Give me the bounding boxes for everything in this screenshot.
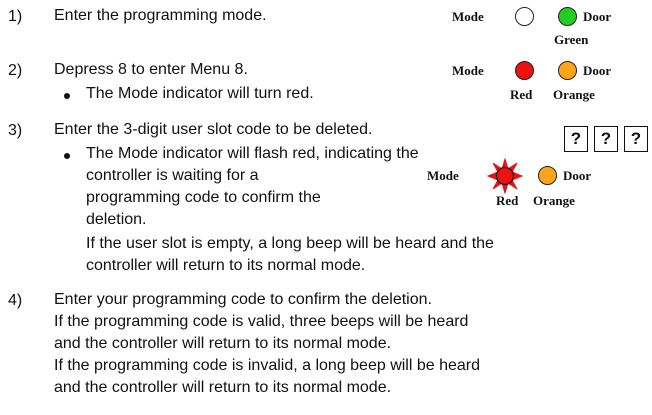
door-caption-orange: Orange <box>553 87 595 102</box>
step-2-text: Depress 8 to enter Menu 8. <box>54 61 248 78</box>
step-1-text: Enter the programming mode. <box>54 7 267 24</box>
door-caption-orange-3: Orange <box>533 193 575 208</box>
mode-label-2: Mode <box>452 63 484 78</box>
mode-caption-red: Red <box>510 87 533 102</box>
mode-indicator-off-icon <box>515 7 534 26</box>
step-4-line-4: If the programming code is invalid, a lo… <box>54 357 481 374</box>
door-label-3: Door <box>563 168 592 183</box>
step-3-bullet-line-2: controller is waiting for a <box>86 167 259 184</box>
step-3-number: 3) <box>8 122 23 139</box>
door-indicator-orange-icon <box>558 61 577 80</box>
step-2-number: 2) <box>8 62 23 79</box>
mode-label-3: Mode <box>427 168 459 183</box>
code-box-3: ? <box>624 126 648 152</box>
door-label-2: Door <box>583 63 612 78</box>
step-3-note-line-2: controller will return to its normal mod… <box>86 257 366 274</box>
code-box-2: ? <box>594 126 618 152</box>
bullet-icon <box>64 153 70 159</box>
bullet-icon <box>64 93 70 99</box>
step-3-bullet-line-4: deletion. <box>86 211 147 228</box>
door-caption-green: Green <box>554 32 589 47</box>
mode-indicator-red-icon <box>515 61 534 80</box>
mode-caption-red-flashing: Red <box>496 193 519 208</box>
step-3-text: Enter the 3-digit user slot code to be d… <box>54 121 373 138</box>
step-4-line-2: If the programming code is valid, three … <box>54 313 469 330</box>
mode-label-1: Mode <box>452 9 484 24</box>
step-1-number: 1) <box>8 8 23 25</box>
door-indicator-orange-icon <box>538 166 557 185</box>
step-4-line-1: Enter your programming code to confirm t… <box>54 291 432 308</box>
step-4-number: 4) <box>8 292 23 309</box>
step-4-line-3: and the controller will return to its no… <box>54 335 392 352</box>
step-3-bullet-line-1: The Mode indicator will flash red, indic… <box>86 145 419 162</box>
door-label-1: Door <box>583 9 612 24</box>
step-3-note-line-1: If the user slot is empty, a long beep w… <box>86 235 494 252</box>
step-2-bullet: The Mode indicator will turn red. <box>86 85 314 102</box>
step-3-bullet-line-3: programming code to confirm the <box>86 189 321 206</box>
step-4-line-5: and the controller will return to its no… <box>54 379 392 396</box>
door-indicator-green-icon <box>558 7 577 26</box>
code-box-1: ? <box>564 126 588 152</box>
mode-indicator-flashing-red-icon <box>487 158 523 194</box>
